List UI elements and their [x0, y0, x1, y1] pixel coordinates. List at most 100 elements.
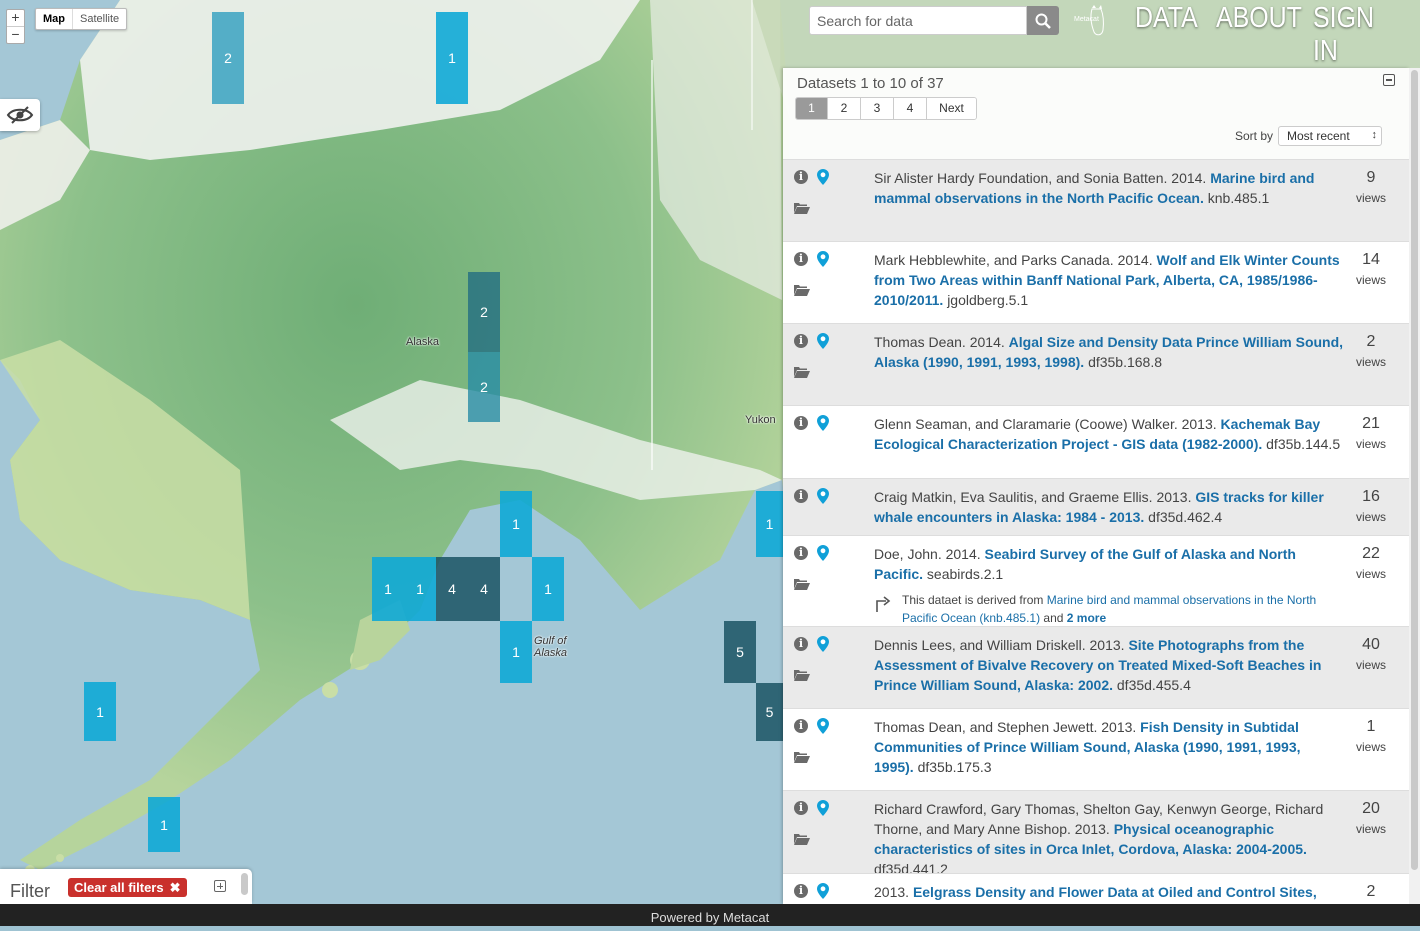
collapse-panel-icon[interactable] — [1383, 74, 1395, 86]
map-cluster-tile[interactable]: 5 — [724, 621, 756, 683]
folder-open-icon[interactable] — [794, 833, 810, 845]
view-count-label: views — [1355, 567, 1386, 581]
info-icon[interactable]: i — [794, 170, 808, 184]
filter-scrollbar[interactable] — [241, 873, 248, 895]
view-count: 2 views — [1345, 332, 1397, 372]
info-icon[interactable]: i — [794, 637, 808, 651]
expand-filters-icon[interactable] — [214, 880, 226, 892]
map-cluster-tile[interactable]: 4 — [468, 557, 500, 621]
page-1-button[interactable]: 1 — [796, 98, 827, 119]
clear-all-filters-button[interactable]: Clear all filters ✖ — [68, 878, 187, 897]
result-row: i Doe, John. 2014. Seabird Survey of the … — [783, 535, 1409, 626]
folder-open-icon[interactable] — [794, 578, 810, 590]
citation: Doe, John. 2014. Seabird Survey of the G… — [874, 544, 1344, 584]
map-type-map-button[interactable]: Map — [36, 9, 72, 29]
info-icon[interactable]: i — [794, 801, 808, 815]
view-count-number: 1 — [1366, 718, 1376, 735]
map-pin-icon[interactable] — [817, 251, 829, 267]
map-cluster-tile[interactable]: 2 — [212, 12, 244, 104]
map-pin-icon[interactable] — [817, 169, 829, 185]
metacat-logo[interactable]: Metacat — [1072, 4, 1108, 38]
folder-open-icon[interactable] — [794, 751, 810, 763]
view-count-number: 9 — [1366, 169, 1376, 186]
map-cluster-tile[interactable]: 1 — [84, 682, 116, 741]
toggle-map-visibility-button[interactable] — [0, 99, 40, 131]
map-pin-icon[interactable] — [817, 883, 829, 899]
map-cluster-tile[interactable]: 4 — [436, 557, 468, 621]
folder-open-icon[interactable] — [794, 202, 810, 214]
view-count-number: 40 — [1362, 636, 1380, 653]
citation-authors: Sir Alister Hardy Foundation, and Sonia … — [874, 170, 1207, 186]
map-cluster-tile[interactable]: 2 — [468, 352, 500, 422]
map-cluster-tile[interactable]: 1 — [372, 557, 404, 621]
info-icon[interactable]: i — [794, 546, 808, 560]
citation-authors: Mark Hebblewhite, and Parks Canada. 2014… — [874, 252, 1153, 268]
filter-title: Filter — [10, 881, 50, 901]
map-type-control: Map Satellite — [35, 8, 128, 30]
results-list: i Sir Alister Hardy Foundation, and Sonia… — [783, 159, 1409, 904]
folder-open-icon[interactable] — [794, 669, 810, 681]
page-2-button[interactable]: 2 — [827, 98, 860, 119]
map-cluster-tile[interactable]: 2 — [468, 272, 500, 352]
map-cluster-tile[interactable]: 1 — [532, 557, 564, 621]
info-icon[interactable]: i — [794, 884, 808, 898]
map-pin-icon[interactable] — [817, 636, 829, 652]
folder-open-icon[interactable] — [794, 284, 810, 296]
map-cluster-tile[interactable]: 1 — [500, 491, 532, 557]
map-cluster-tile[interactable]: 1 — [500, 621, 532, 683]
nav-data[interactable]: DATA — [1135, 2, 1198, 35]
info-icon[interactable]: i — [794, 719, 808, 733]
nav-about[interactable]: ABOUT — [1216, 2, 1302, 35]
view-count-label: views — [1355, 510, 1386, 524]
map-pin-icon[interactable] — [817, 545, 829, 561]
citation-authors: Thomas Dean. 2014. — [874, 334, 1005, 350]
map-cluster-tile[interactable]: 5 — [756, 683, 783, 741]
view-count-number: 22 — [1362, 545, 1380, 562]
citation-authors: 2013. — [874, 884, 910, 900]
search-button[interactable] — [1027, 6, 1059, 35]
derived-more-link[interactable]: 2 more — [1067, 611, 1106, 625]
map-pin-icon[interactable] — [817, 415, 829, 431]
view-count: 21 views — [1345, 414, 1397, 454]
derived-prefix: This dataet is derived from — [902, 593, 1044, 607]
nav-sign-in[interactable]: SIGN IN — [1313, 2, 1405, 68]
dataset-id: df35d.455.4 — [1116, 677, 1191, 693]
page-3-button[interactable]: 3 — [860, 98, 893, 119]
map-pin-icon[interactable] — [817, 718, 829, 734]
dataset-title-link[interactable]: Eelgrass Density and Flower Data at Oile… — [913, 884, 1317, 900]
info-icon[interactable]: i — [794, 416, 808, 430]
dataset-id: df35b.175.3 — [917, 759, 992, 775]
view-count-number: 21 — [1362, 415, 1380, 432]
map-type-satellite-button[interactable]: Satellite — [72, 9, 126, 29]
info-icon[interactable]: i — [794, 489, 808, 503]
citation-authors: Dennis Lees, and William Driskell. 2013. — [874, 637, 1125, 653]
sort-select[interactable]: Most recent — [1278, 126, 1382, 146]
map-cluster-tile[interactable]: 1 — [404, 557, 436, 621]
zoom-out-button[interactable]: − — [7, 26, 24, 43]
page-4-button[interactable]: 4 — [893, 98, 926, 119]
view-count: 22 views — [1345, 544, 1397, 584]
dataset-id: df35d.462.4 — [1148, 509, 1223, 525]
map-pin-icon[interactable] — [817, 333, 829, 349]
map-pin-icon[interactable] — [817, 800, 829, 816]
view-count-label: views — [1355, 437, 1386, 451]
clear-all-filters-label: Clear all filters — [74, 880, 164, 895]
info-icon[interactable]: i — [794, 334, 808, 348]
citation: Mark Hebblewhite, and Parks Canada. 2014… — [874, 250, 1344, 310]
results-scrollbar-thumb[interactable] — [1411, 70, 1418, 870]
zoom-in-button[interactable]: + — [7, 10, 24, 26]
view-count-number: 14 — [1362, 251, 1380, 268]
result-row: i 2013. Eelgrass Density and Flower Data … — [783, 873, 1409, 904]
view-count-label: views — [1355, 822, 1386, 836]
map-cluster-tile[interactable]: 1 — [148, 797, 180, 852]
folder-open-icon[interactable] — [794, 366, 810, 378]
info-icon[interactable]: i — [794, 252, 808, 266]
map-cluster-tile[interactable]: 1 — [756, 491, 783, 557]
map-pin-icon[interactable] — [817, 488, 829, 504]
search-input[interactable] — [809, 6, 1027, 35]
view-count: 1 views — [1345, 717, 1397, 757]
map-cluster-tile[interactable]: 1 — [436, 12, 468, 104]
result-row: i Thomas Dean. 2014. Algal Size and Densi… — [783, 323, 1409, 405]
pagination: 1 2 3 4 Next — [795, 97, 977, 120]
next-page-button[interactable]: Next — [926, 98, 976, 119]
